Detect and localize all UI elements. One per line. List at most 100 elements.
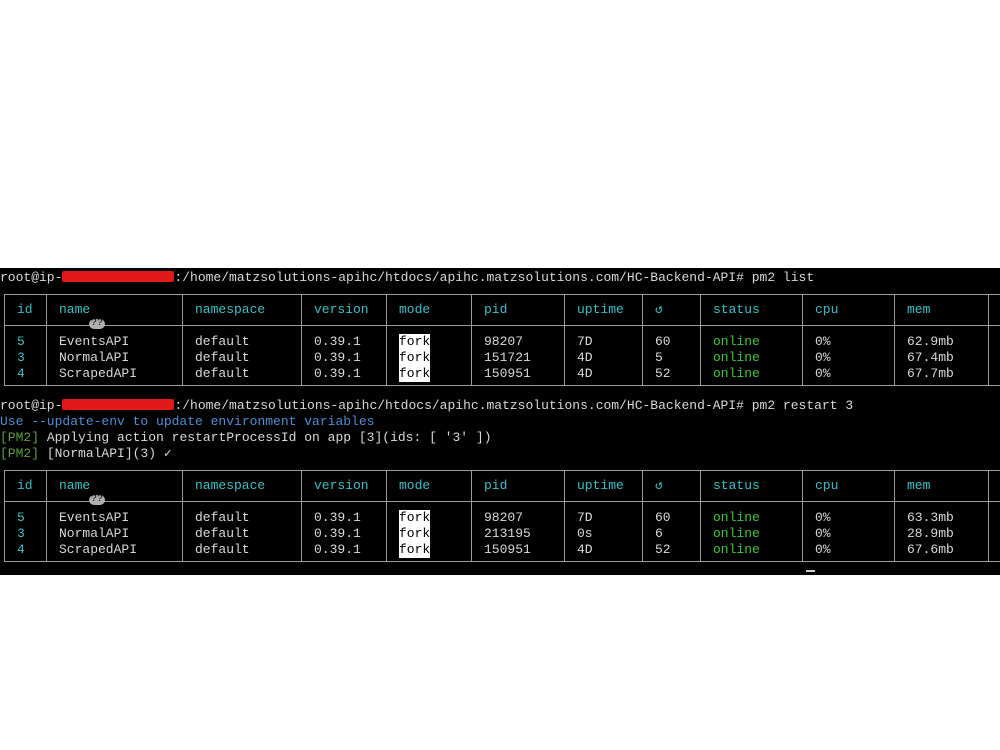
cell-version: 0.39.1 [314, 510, 361, 525]
header-mode: mode [399, 302, 431, 317]
cell-mem: 62.9mb [907, 334, 954, 349]
cell-mem: 67.7mb [907, 366, 954, 381]
cell-mem: 28.9mb [907, 526, 954, 541]
cell-pid: 98207 [484, 510, 524, 525]
header-restarts-icon: ↺ [655, 302, 663, 317]
header-id: id [17, 302, 33, 317]
cell-mem: 67.4mb [907, 350, 954, 365]
header-status: status [713, 302, 760, 317]
cell-mode: fork [399, 510, 431, 526]
cell-mem: 67.6mb [907, 542, 954, 557]
header-cpu: cpu [815, 302, 839, 317]
header-version: version [314, 302, 369, 317]
cell-pid: 98207 [484, 334, 524, 349]
command-text: pm2 restart 3 [743, 398, 854, 413]
cell-cpu: 0% [815, 350, 831, 365]
cell-pid: 150951 [484, 542, 531, 557]
update-env-hint: Use --update-env to update environment v… [0, 414, 375, 429]
cell-id: 5 [17, 510, 25, 525]
process-table-1: ?? id name namespace version mode pid up… [4, 294, 1000, 386]
cell-mode: fork [399, 334, 431, 350]
header-version: version [314, 478, 369, 493]
cell-namespace: default [195, 366, 250, 381]
cell-status: online [713, 366, 760, 381]
cell-restarts: 52 [655, 366, 671, 381]
cell-uptime: 4D [577, 350, 593, 365]
header-cpu: cpu [815, 478, 839, 493]
cell-mode: fork [399, 350, 431, 366]
cell-restarts: 60 [655, 510, 671, 525]
cell-restarts: 60 [655, 334, 671, 349]
cell-version: 0.39.1 [314, 350, 361, 365]
cell-uptime: 7D [577, 334, 593, 349]
cell-name: EventsAPI [59, 510, 130, 525]
cell-pid: 213195 [484, 526, 531, 541]
header-status: status [713, 478, 760, 493]
cell-restarts: 5 [655, 350, 663, 365]
cell-status: online [713, 350, 760, 365]
cell-pid: 150951 [484, 366, 531, 381]
header-namespace: namespace [195, 302, 266, 317]
cell-namespace: default [195, 510, 250, 525]
cell-namespace: default [195, 526, 250, 541]
process-table-2: ?? id name namespace version mode pid up… [4, 470, 1000, 562]
cell-cpu: 0% [815, 542, 831, 557]
prompt-line-1: root@ip- :/home/matzsolutions-apihc/htdoc… [0, 270, 814, 286]
cell-cpu: 0% [815, 526, 831, 541]
redacted-hostname [62, 271, 175, 282]
prompt-line-2: root@ip- :/home/matzsolutions-apihc/htdoc… [0, 398, 853, 414]
header-uptime: uptime [577, 302, 624, 317]
cell-mem: 63.3mb [907, 510, 954, 525]
cell-mode: fork [399, 526, 431, 542]
cell-uptime: 4D [577, 366, 593, 381]
header-id: id [17, 478, 33, 493]
prompt-path: :/home/matzsolutions-apihc/htdocs/apihc.… [174, 398, 744, 413]
terminal-cursor [806, 570, 815, 572]
cell-uptime: 7D [577, 510, 593, 525]
header-name: name [59, 302, 91, 317]
cell-uptime: 0s [577, 526, 593, 541]
redacted-hostname [62, 399, 175, 410]
cell-status: online [713, 334, 760, 349]
cell-version: 0.39.1 [314, 366, 361, 381]
cell-name: EventsAPI [59, 334, 130, 349]
cell-uptime: 4D [577, 542, 593, 557]
cell-version: 0.39.1 [314, 526, 361, 541]
cell-mode: fork [399, 542, 431, 558]
log-text: [NormalAPI](3) ✓ [39, 446, 172, 461]
unknown-glyph-icon: ?? [89, 318, 106, 329]
prompt-user: root@ip- [0, 398, 63, 413]
cell-id: 5 [17, 334, 25, 349]
pm2-tag: [PM2] [0, 430, 40, 445]
unknown-glyph-icon: ?? [89, 494, 106, 505]
cell-name: NormalAPI [59, 350, 130, 365]
log-text: Applying action restartProcessId on app … [39, 430, 492, 445]
header-mode: mode [399, 478, 431, 493]
cell-name: NormalAPI [59, 526, 130, 541]
command-text: pm2 list [743, 270, 815, 285]
terminal-window[interactable]: root@ip- :/home/matzsolutions-apihc/htdoc… [0, 268, 1000, 575]
cell-status: online [713, 542, 760, 557]
cell-namespace: default [195, 350, 250, 365]
header-restarts-icon: ↺ [655, 478, 663, 493]
header-pid: pid [484, 302, 508, 317]
cell-restarts: 6 [655, 526, 663, 541]
cell-pid: 151721 [484, 350, 531, 365]
prompt-user: root@ip- [0, 270, 63, 285]
cell-restarts: 52 [655, 542, 671, 557]
header-mem: mem [907, 478, 931, 493]
header-uptime: uptime [577, 478, 624, 493]
pm2-log-line-2: [PM2] [NormalAPI](3) ✓ [0, 446, 172, 462]
cell-mode: fork [399, 366, 431, 382]
cell-version: 0.39.1 [314, 542, 361, 557]
cell-cpu: 0% [815, 510, 831, 525]
header-pid: pid [484, 478, 508, 493]
cell-id: 3 [17, 350, 25, 365]
cell-name: ScrapedAPI [59, 366, 138, 381]
pm2-tag: [PM2] [0, 446, 40, 461]
cell-status: online [713, 510, 760, 525]
pm2-log-line-1: [PM2] Applying action restartProcessId o… [0, 430, 492, 446]
cell-namespace: default [195, 542, 250, 557]
header-name: name [59, 478, 91, 493]
prompt-path: :/home/matzsolutions-apihc/htdocs/apihc.… [174, 270, 744, 285]
